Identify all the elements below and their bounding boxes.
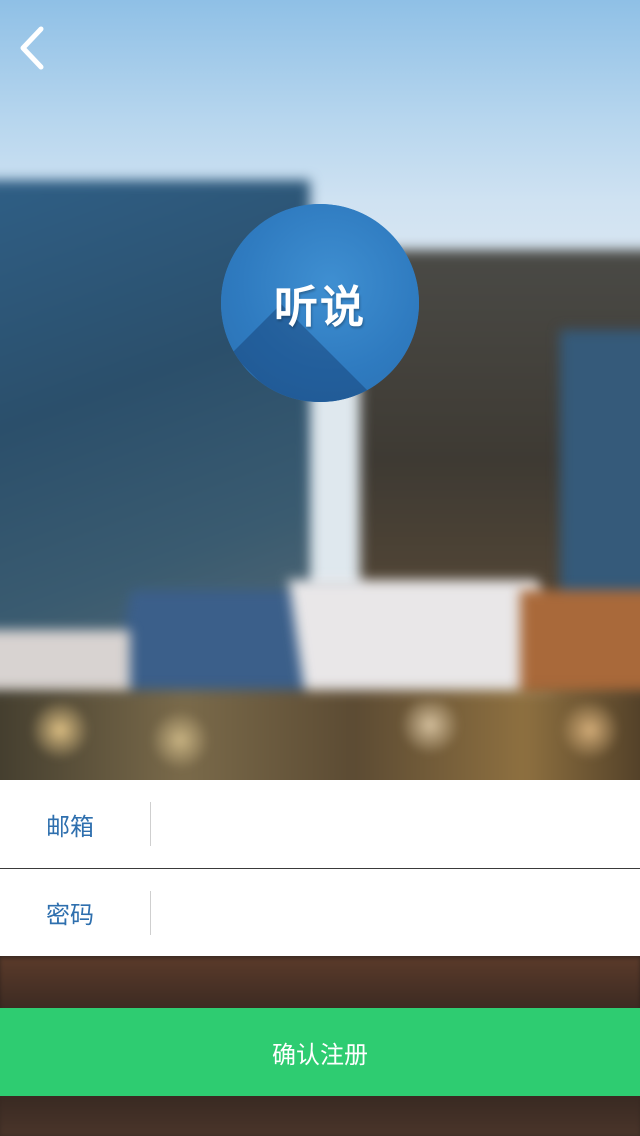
back-button[interactable] xyxy=(12,24,52,72)
password-row: 密码 xyxy=(0,868,640,957)
background-lights xyxy=(0,700,640,780)
app-logo: 听说 xyxy=(221,204,419,402)
logo-text: 听说 xyxy=(274,282,366,333)
password-field[interactable] xyxy=(151,868,640,957)
email-field[interactable] xyxy=(151,780,640,868)
background-roof-right xyxy=(520,590,640,700)
password-label: 密码 xyxy=(46,901,94,929)
email-label: 邮箱 xyxy=(46,812,94,841)
email-row: 邮箱 xyxy=(0,780,640,868)
register-form: 邮箱 密码 xyxy=(0,780,640,957)
chevron-left-icon xyxy=(20,26,44,70)
confirm-register-button[interactable]: 确认注册 xyxy=(0,1008,640,1096)
register-screen: 听说 邮箱 密码 确认注册 xyxy=(0,0,640,1136)
